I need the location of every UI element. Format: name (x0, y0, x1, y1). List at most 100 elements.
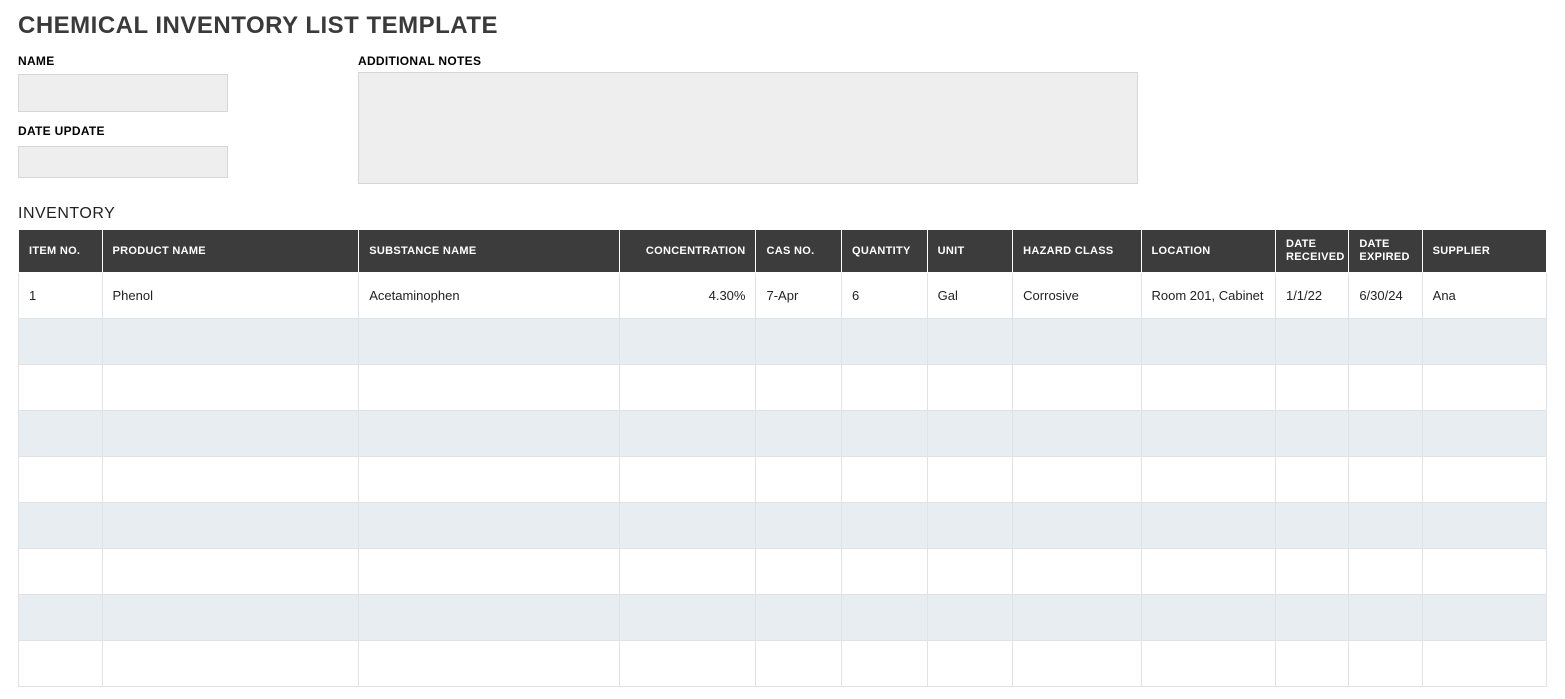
cell-location[interactable] (1141, 595, 1275, 641)
cell-hazard_class[interactable] (1013, 503, 1141, 549)
cell-location[interactable] (1141, 319, 1275, 365)
cell-date_expired[interactable] (1349, 503, 1422, 549)
cell-product_name[interactable]: Phenol (102, 273, 359, 319)
cell-product_name[interactable] (102, 549, 359, 595)
cell-unit[interactable] (927, 503, 1013, 549)
cell-date_expired[interactable] (1349, 457, 1422, 503)
cell-date_expired[interactable] (1349, 411, 1422, 457)
cell-supplier[interactable] (1422, 411, 1546, 457)
cell-supplier[interactable] (1422, 549, 1546, 595)
cell-date_received[interactable] (1275, 549, 1348, 595)
cell-item_no[interactable] (19, 595, 103, 641)
cell-substance_name[interactable] (359, 503, 620, 549)
cell-product_name[interactable] (102, 411, 359, 457)
cell-product_name[interactable] (102, 503, 359, 549)
cell-supplier[interactable]: Ana (1422, 273, 1546, 319)
cell-substance_name[interactable] (359, 549, 620, 595)
cell-substance_name[interactable] (359, 457, 620, 503)
cell-date_expired[interactable]: 6/30/24 (1349, 273, 1422, 319)
cell-hazard_class[interactable] (1013, 411, 1141, 457)
cell-date_expired[interactable] (1349, 595, 1422, 641)
cell-quantity[interactable] (842, 549, 928, 595)
cell-hazard_class[interactable]: Corrosive (1013, 273, 1141, 319)
cell-product_name[interactable] (102, 641, 359, 687)
cell-product_name[interactable] (102, 595, 359, 641)
cell-supplier[interactable] (1422, 365, 1546, 411)
cell-date_expired[interactable] (1349, 319, 1422, 365)
cell-supplier[interactable] (1422, 595, 1546, 641)
table-row[interactable] (19, 319, 1547, 365)
cell-product_name[interactable] (102, 457, 359, 503)
cell-date_received[interactable] (1275, 411, 1348, 457)
cell-substance_name[interactable] (359, 319, 620, 365)
cell-substance_name[interactable] (359, 411, 620, 457)
cell-date_received[interactable] (1275, 503, 1348, 549)
cell-concentration[interactable] (619, 319, 756, 365)
cell-item_no[interactable]: 1 (19, 273, 103, 319)
cell-hazard_class[interactable] (1013, 641, 1141, 687)
cell-concentration[interactable] (619, 365, 756, 411)
cell-location[interactable]: Room 201, Cabinet (1141, 273, 1275, 319)
cell-quantity[interactable]: 6 (842, 273, 928, 319)
cell-unit[interactable] (927, 319, 1013, 365)
cell-hazard_class[interactable] (1013, 365, 1141, 411)
cell-quantity[interactable] (842, 457, 928, 503)
cell-cas_no[interactable] (756, 319, 842, 365)
cell-cas_no[interactable] (756, 411, 842, 457)
cell-hazard_class[interactable] (1013, 595, 1141, 641)
cell-substance_name[interactable] (359, 595, 620, 641)
cell-item_no[interactable] (19, 503, 103, 549)
cell-date_received[interactable] (1275, 365, 1348, 411)
cell-date_expired[interactable] (1349, 549, 1422, 595)
cell-quantity[interactable] (842, 319, 928, 365)
cell-supplier[interactable] (1422, 457, 1546, 503)
cell-item_no[interactable] (19, 457, 103, 503)
cell-supplier[interactable] (1422, 319, 1546, 365)
cell-cas_no[interactable] (756, 365, 842, 411)
table-row[interactable] (19, 595, 1547, 641)
cell-concentration[interactable]: 4.30% (619, 273, 756, 319)
table-row[interactable] (19, 641, 1547, 687)
cell-unit[interactable] (927, 411, 1013, 457)
cell-item_no[interactable] (19, 319, 103, 365)
cell-item_no[interactable] (19, 641, 103, 687)
cell-supplier[interactable] (1422, 641, 1546, 687)
cell-location[interactable] (1141, 549, 1275, 595)
cell-location[interactable] (1141, 365, 1275, 411)
cell-location[interactable] (1141, 641, 1275, 687)
cell-date_received[interactable]: 1/1/22 (1275, 273, 1348, 319)
cell-product_name[interactable] (102, 365, 359, 411)
cell-date_expired[interactable] (1349, 641, 1422, 687)
cell-item_no[interactable] (19, 411, 103, 457)
cell-item_no[interactable] (19, 549, 103, 595)
table-row[interactable]: 1PhenolAcetaminophen4.30%7-Apr6GalCorros… (19, 273, 1547, 319)
additional-notes-input[interactable] (358, 72, 1138, 184)
cell-cas_no[interactable] (756, 457, 842, 503)
cell-quantity[interactable] (842, 595, 928, 641)
cell-cas_no[interactable] (756, 549, 842, 595)
cell-date_expired[interactable] (1349, 365, 1422, 411)
cell-item_no[interactable] (19, 365, 103, 411)
cell-product_name[interactable] (102, 319, 359, 365)
cell-unit[interactable] (927, 641, 1013, 687)
cell-quantity[interactable] (842, 411, 928, 457)
cell-hazard_class[interactable] (1013, 319, 1141, 365)
table-row[interactable] (19, 457, 1547, 503)
cell-date_received[interactable] (1275, 641, 1348, 687)
date-update-input[interactable] (18, 146, 228, 178)
cell-location[interactable] (1141, 503, 1275, 549)
cell-location[interactable] (1141, 457, 1275, 503)
cell-location[interactable] (1141, 411, 1275, 457)
name-input[interactable] (18, 74, 228, 112)
cell-unit[interactable] (927, 549, 1013, 595)
cell-concentration[interactable] (619, 641, 756, 687)
cell-concentration[interactable] (619, 595, 756, 641)
cell-hazard_class[interactable] (1013, 549, 1141, 595)
cell-quantity[interactable] (842, 503, 928, 549)
table-row[interactable] (19, 503, 1547, 549)
cell-quantity[interactable] (842, 365, 928, 411)
table-row[interactable] (19, 411, 1547, 457)
cell-unit[interactable] (927, 595, 1013, 641)
cell-concentration[interactable] (619, 457, 756, 503)
cell-cas_no[interactable]: 7-Apr (756, 273, 842, 319)
